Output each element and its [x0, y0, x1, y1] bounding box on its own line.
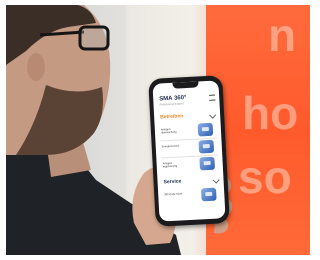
smartphone: SMA 360° Professional Support Betreiben …	[148, 75, 230, 227]
list-item-code-scan[interactable]: 360 Code Scan	[163, 187, 221, 203]
chevron-down-icon[interactable]	[212, 176, 220, 184]
section-heading-service: Service	[163, 178, 182, 186]
list-item-label: Anlagen registrierung	[162, 161, 178, 169]
section-heading-betreiben: Betreiben	[160, 113, 184, 121]
list-item-label: Energiemonitor	[161, 144, 180, 149]
monitoring-tile-icon	[197, 122, 214, 137]
menu-icon[interactable]	[209, 94, 216, 101]
registration-tile-icon	[199, 156, 216, 171]
list-item-anlagenueberwachung[interactable]: Anlagen überwachung	[160, 122, 218, 139]
scan-tile-icon	[200, 187, 217, 202]
app-subtitle: Professional Support	[159, 102, 184, 107]
phone-screen: SMA 360° Professional Support Betreiben …	[152, 80, 226, 222]
list-item-energiemonitor[interactable]: Energiemonitor	[161, 139, 219, 155]
phone-notch	[172, 81, 199, 89]
list-item-label: Anlagen überwachung	[160, 127, 177, 135]
photo: n ho so SMA 360° Professional Support Be…	[6, 5, 310, 255]
energy-tile-icon	[198, 139, 215, 154]
list-item-anlagenregistrierung[interactable]: Anlagen registrierung	[161, 156, 219, 172]
chevron-down-icon[interactable]	[209, 111, 217, 119]
list-item-label: 360 Code Scan	[164, 192, 183, 197]
